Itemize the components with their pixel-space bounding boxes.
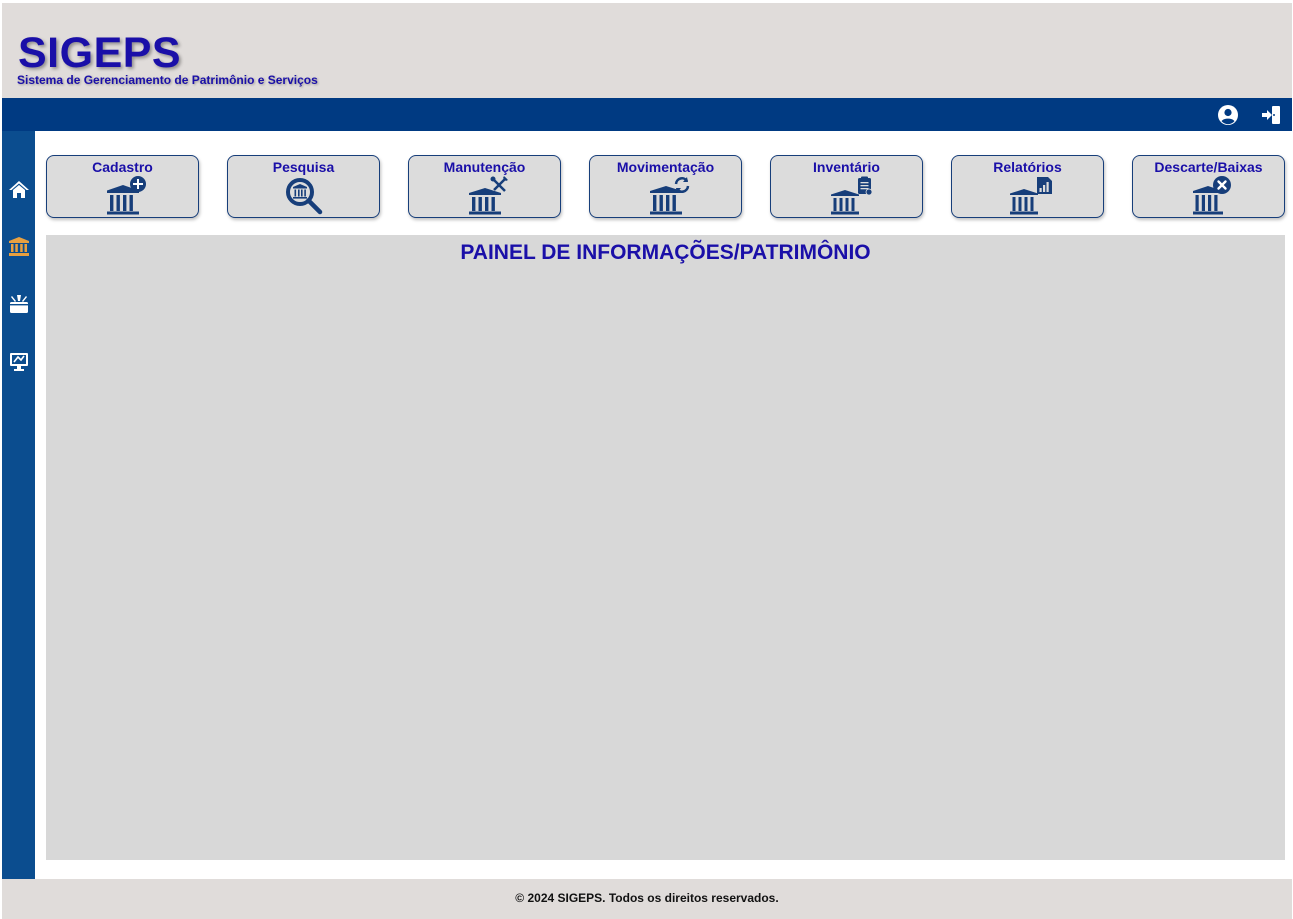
sidebar-item-servicos[interactable] [6,291,31,316]
menu-button-inventario[interactable]: Inventário [770,155,923,218]
menu-button-manutencao[interactable]: Manutenção [408,155,561,218]
menu-button-label: Relatórios [993,159,1062,175]
menu-button-descarte[interactable]: Descarte/Baixas [1132,155,1285,218]
app-title: SIGEPS [18,29,182,77]
bank-clipboard-icon [830,176,872,215]
menu-button-relatorios[interactable]: Relatórios [951,155,1104,218]
bank-add-icon [106,176,146,215]
app-root: SIGEPS Sistema de Gerenciamento de Patri… [0,0,1293,919]
info-panel: PAINEL DE INFORMAÇÕES/PATRIMÔNIO [46,235,1285,860]
menu-button-label: Manutenção [443,159,526,175]
bank-report-icon [1009,177,1052,215]
bank-icon [8,236,29,256]
bank-sync-icon [649,177,689,215]
menu-button-label: Movimentação [616,159,715,175]
menu-button-cadastro[interactable]: Cadastro [46,155,199,218]
sidebar-item-monitor[interactable] [6,348,31,373]
sidebar-item-patrimonio[interactable] [6,233,31,258]
logout-icon[interactable] [1260,104,1282,126]
home-icon [8,180,29,198]
bank-tools-icon [468,176,508,215]
sidebar-item-home[interactable] [6,176,31,201]
menu-button-label: Inventário [813,159,880,175]
sidebar [2,131,35,879]
menu-button-label: Cadastro [92,159,153,175]
user-circle-icon[interactable] [1217,104,1239,126]
monitor-icon [9,352,28,371]
app-subtitle: Sistema de Gerenciamento de Patrimônio e… [17,73,318,87]
footer: © 2024 SIGEPS. Todos os direitos reserva… [2,879,1292,919]
panel-title: PAINEL DE INFORMAÇÕES/PATRIMÔNIO [460,241,871,264]
menu-button-pesquisa[interactable]: Pesquisa [227,155,380,218]
top-bar [2,98,1292,131]
bank-remove-icon [1192,176,1231,215]
footer-copyright: © 2024 SIGEPS. Todos os direitos reserva… [515,891,779,905]
menu-button-label: Descarte/Baixas [1154,159,1263,175]
search-icon [285,178,322,215]
toolbox-icon [9,294,28,313]
menu-button-label: Pesquisa [272,159,335,175]
menu-button-movimentacao[interactable]: Movimentação [589,155,742,218]
header: SIGEPS Sistema de Gerenciamento de Patri… [2,3,1292,98]
